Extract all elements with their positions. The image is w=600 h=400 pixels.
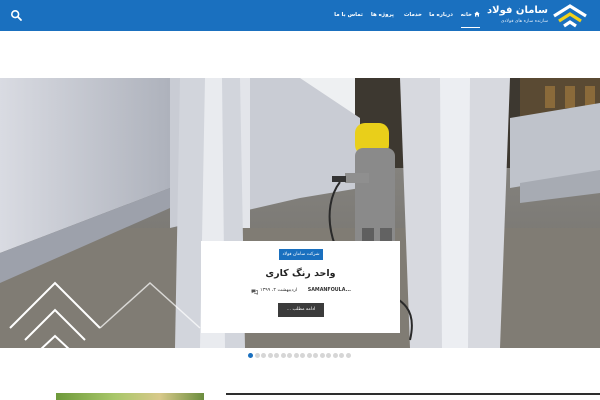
top-navigation-bar: خانه درباره ما خدمات پروژه ها تماس با ما… — [0, 0, 600, 31]
hero-slider[interactable]: شرکت سامان فولاد واحد رنگ کاری اردیبهشت … — [0, 78, 600, 348]
slider-dot[interactable] — [293, 353, 299, 358]
slider-dot[interactable] — [345, 353, 351, 358]
slider-dot[interactable] — [332, 353, 338, 358]
slide-title[interactable]: واحد رنگ کاری — [201, 268, 400, 279]
page: خانه درباره ما خدمات پروژه ها تماس با ما… — [0, 0, 600, 400]
slider-dot[interactable] — [280, 353, 286, 358]
slider-dot[interactable] — [306, 353, 312, 358]
logo-title: سامان فولاد — [487, 5, 548, 16]
slider-dot[interactable] — [300, 353, 305, 358]
main-menu: خانه درباره ما خدمات پروژه ها تماس با ما — [330, 0, 481, 31]
post-meta: اردیبهشت ۴، ۱۳۹۹ SAMANFOULA... — [251, 288, 351, 296]
search-icon[interactable] — [10, 9, 23, 22]
category-badge[interactable]: شرکت سامان فولاد — [279, 249, 323, 260]
nav-item-services[interactable]: خدمات — [404, 0, 422, 31]
section-divider — [226, 393, 600, 395]
slider-dot[interactable] — [319, 353, 325, 358]
slider-dot[interactable] — [261, 353, 266, 358]
slider-dot[interactable] — [287, 353, 292, 358]
post-author[interactable]: SAMANFOULA... — [308, 288, 351, 293]
logo-subtitle: سازنده سازه های فولادی — [500, 19, 548, 24]
slider-dot[interactable] — [267, 353, 273, 358]
site-logo[interactable]: سامان فولاد سازنده سازه های فولادی — [478, 3, 588, 28]
read-more-button[interactable]: ادامه مطلب ... — [278, 303, 324, 317]
slider-dot[interactable] — [274, 353, 279, 358]
post-thumbnail[interactable] — [56, 393, 204, 400]
slider-dot[interactable] — [339, 353, 344, 358]
logo-mark-icon — [552, 3, 588, 28]
nav-item-contact[interactable]: تماس با ما — [334, 0, 363, 31]
slider-dot[interactable] — [313, 353, 318, 358]
slide-caption-card: شرکت سامان فولاد واحد رنگ کاری اردیبهشت … — [201, 241, 400, 333]
nav-item-projects[interactable]: پروژه ها — [371, 0, 394, 31]
nav-item-home-label: خانه — [460, 12, 472, 18]
post-date: اردیبهشت ۴، ۱۳۹۹ — [260, 288, 298, 293]
slider-dot[interactable] — [254, 353, 260, 358]
slider-dot[interactable] — [326, 353, 331, 358]
slider-dot[interactable] — [248, 353, 253, 358]
nav-item-about[interactable]: درباره ما — [429, 0, 453, 31]
